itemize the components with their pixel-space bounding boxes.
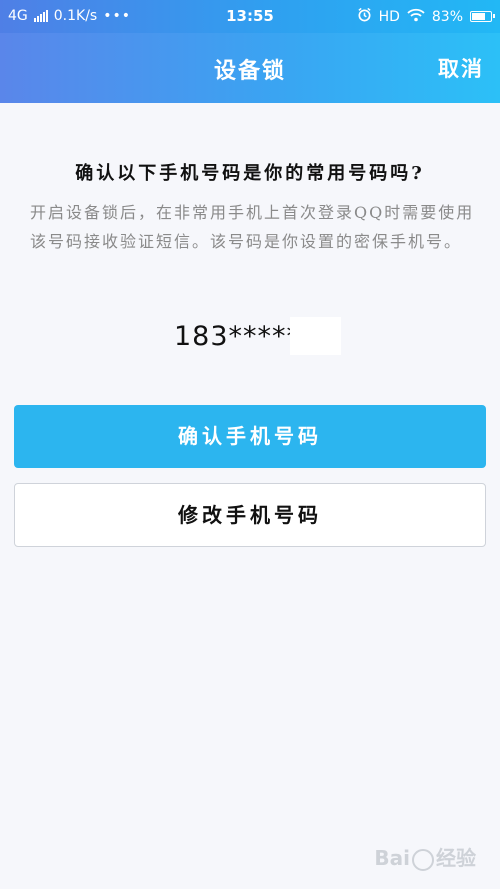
status-right: HD 83% <box>357 7 495 26</box>
description-text: 开启设备锁后，在非常用手机上首次登录QQ时需要使用该号码接收验证短信。该号码是你… <box>30 203 475 251</box>
watermark-suffix: 经验 <box>436 846 476 870</box>
status-left: 4G 0.1K/s ••• <box>8 8 131 24</box>
battery-fill <box>472 13 485 20</box>
phone-row: 183****** <box>0 317 500 357</box>
hd-label: HD <box>378 8 400 25</box>
nav-bar: 设备锁 取消 <box>0 33 500 103</box>
phone-redaction-mask <box>290 317 341 355</box>
cancel-button[interactable]: 取消 <box>438 53 484 83</box>
watermark-brand: Bai <box>374 846 410 870</box>
status-bar: 4G 0.1K/s ••• 13:55 HD 83% <box>0 0 500 33</box>
more-dots: ••• <box>103 8 132 24</box>
alarm-icon <box>357 7 372 26</box>
confirm-question: 确认以下手机号码是你的常用号码吗? <box>75 163 425 184</box>
wifi-icon <box>407 8 425 26</box>
modify-phone-button[interactable]: 修改手机号码 <box>14 483 486 547</box>
confirm-phone-button[interactable]: 确认手机号码 <box>14 405 486 468</box>
battery-icon <box>470 11 495 22</box>
watermark-logo: Bai 经验 <box>374 842 476 871</box>
page-title: 设备锁 <box>213 58 286 84</box>
paw-icon <box>412 848 434 871</box>
network-type: 4G <box>8 8 28 24</box>
battery-percent: 83% <box>431 8 463 25</box>
network-speed: 0.1K/s <box>53 8 98 24</box>
signal-icon <box>33 10 48 22</box>
main-content: 确认以下手机号码是你的常用号码吗? 开启设备锁后，在非常用手机上首次登录QQ时需… <box>0 103 500 889</box>
